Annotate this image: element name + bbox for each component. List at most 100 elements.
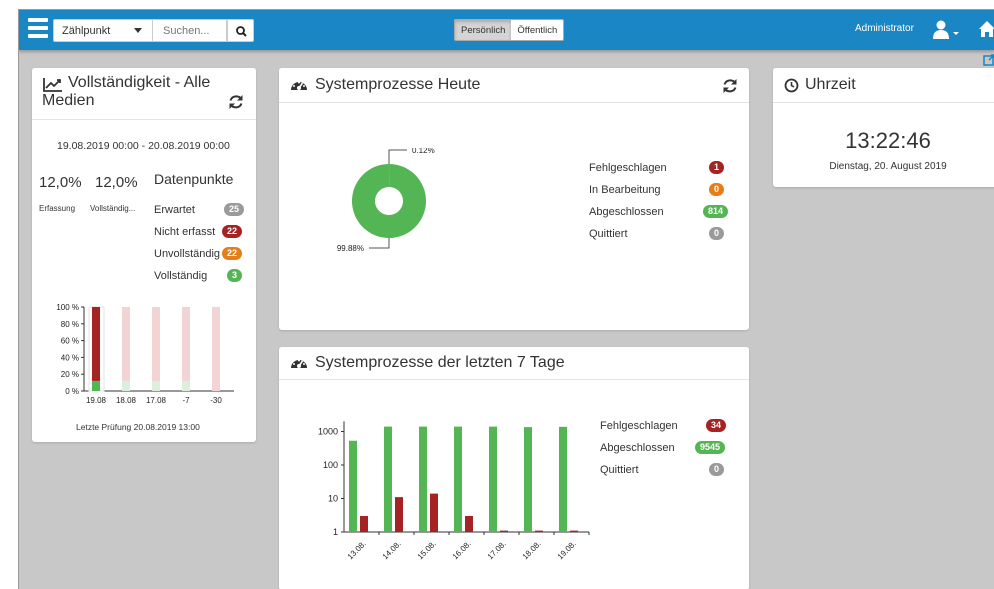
y-tick-label: 20 % (61, 370, 79, 379)
external-link-icon[interactable] (983, 54, 994, 66)
legend-label: Nicht erfasst (154, 226, 216, 238)
bar (535, 530, 543, 532)
vollstaendig-label: Vollständig... (90, 204, 136, 213)
bar (500, 530, 508, 532)
panel-header: Systemprozesse der letzten 7 Tage (279, 347, 749, 380)
toggle-persoenlich[interactable]: Persönlich (455, 20, 512, 40)
panel-title: Systemprozesse Heute (315, 76, 481, 93)
top-navbar: Zählpunkt Persönlich Öffentlich Administ… (19, 10, 994, 50)
x-tick-label: 15.08. (416, 539, 438, 561)
panel-header: Vollständigkeit - Alle Medien (32, 68, 256, 120)
label-leader (369, 238, 390, 249)
panel-header: Systemprozesse Heute (279, 68, 749, 103)
line-chart-icon (43, 78, 62, 92)
home-icon[interactable] (977, 19, 994, 39)
bar-segment (122, 307, 130, 381)
zaehlpunkt-select[interactable]: Zählpunkt (53, 19, 153, 42)
dashboard-icon (291, 359, 307, 368)
vollstaendig-value: 12,0% (95, 174, 138, 191)
x-tick-label: 19.08. (556, 539, 578, 561)
systemprozesse-7-tage-panel: Systemprozesse der letzten 7 Tage 1000 10… (279, 347, 749, 589)
y-tick-label: 80 % (61, 320, 79, 329)
legend-label: Quittiert (600, 464, 639, 476)
slice-label: 0.12% (412, 148, 435, 155)
bar (489, 426, 497, 532)
bar-segment (122, 380, 130, 391)
clock-time: 13:22:46 (845, 128, 931, 153)
search-button[interactable] (227, 19, 254, 42)
clock-date: Dienstag, 20. August 2019 (829, 161, 947, 172)
bar-segment (152, 307, 160, 381)
count-badge: 25 (224, 203, 245, 216)
search-input[interactable] (153, 19, 227, 42)
panel-title-cont: Medien (42, 92, 95, 109)
y-tick-label: 0 % (65, 387, 79, 396)
status-donut-chart: 0.12% 99.88% (337, 148, 435, 253)
bar (524, 427, 532, 532)
bar (419, 426, 427, 532)
user-icon[interactable] (932, 20, 966, 40)
bar (465, 516, 473, 532)
count-badge: 22 (222, 247, 243, 260)
legend-label: Quittiert (589, 228, 628, 240)
panel-title: Vollständigkeit - Alle (68, 74, 211, 91)
legend-label: Fehlgeschlagen (600, 420, 678, 432)
legend-label: Abgeschlossen (600, 442, 675, 454)
refresh-icon[interactable] (227, 93, 245, 111)
user-name[interactable]: Administrator (855, 23, 914, 34)
erfassung-label: Erfassung (39, 204, 76, 213)
legend-label: Unvollständig (154, 248, 221, 260)
weekly-process-bar-chart: 1000 100 10 1 13.08. 14.08. 15.08. 16.08. 17.08.… (318, 421, 590, 561)
count-badge: 9545 (695, 441, 726, 454)
app-frame: Zählpunkt Persönlich Öffentlich Administ… (18, 9, 994, 589)
bar (395, 497, 403, 532)
bar (360, 516, 368, 532)
refresh-icon[interactable] (721, 77, 739, 95)
count-badge: 22 (222, 225, 243, 238)
hamburger-icon[interactable] (28, 18, 48, 40)
x-tick-label: 14.08. (381, 539, 403, 561)
count-badge: 34 (706, 419, 727, 432)
count-badge: 0 (709, 183, 725, 196)
y-tick-label: 40 % (61, 353, 79, 362)
y-tick-label: 1000 (318, 427, 338, 437)
panel-title: Systemprozesse der letzten 7 Tage (315, 354, 565, 371)
visibility-toggle: Persönlich Öffentlich (454, 19, 565, 41)
date-range: 19.08.2019 00:00 - 20.08.2019 00:00 (57, 140, 230, 152)
bar-segment (182, 380, 190, 391)
datenpunkte-heading: Datenpunkte (154, 171, 234, 187)
systemprozesse-heute-panel: Systemprozesse Heute 0.12% 99.88% Fehlges… (279, 68, 749, 330)
count-badge: 814 (703, 205, 729, 218)
caret-down-icon (134, 28, 142, 33)
erfassung-value: 12,0% (39, 174, 82, 191)
bar-segment (92, 380, 100, 391)
bar (570, 530, 578, 532)
count-badge: 1 (709, 161, 725, 174)
bar (559, 426, 567, 532)
y-tick-label: 60 % (61, 337, 79, 346)
y-tick-label: 100 % (56, 303, 79, 312)
legend-label: Fehlgeschlagen (589, 162, 667, 174)
bar (349, 440, 357, 532)
panel-header: Uhrzeit (773, 68, 994, 103)
vollstaendigkeit-panel: Vollständigkeit - Alle Medien 19.08.2019… (32, 68, 256, 442)
legend-label: In Bearbeitung (589, 184, 661, 196)
toggle-oeffentlich[interactable]: Öffentlich (511, 20, 563, 40)
bar (430, 493, 438, 532)
last-check-label: Letzte Prüfung 20.08.2019 13:00 (76, 422, 200, 432)
select-value: Zählpunkt (62, 25, 111, 37)
panel-title: Uhrzeit (805, 76, 856, 93)
bar (454, 426, 462, 532)
bar-segment (152, 380, 160, 391)
x-tick-label: -7 (182, 396, 190, 405)
bar-segment (212, 307, 220, 391)
legend-label: Vollständig (154, 270, 208, 282)
completeness-bar-chart: 100 % 80 % 60 % 40 % 20 % 0 % 19.08 18.08 17.08 -… (56, 303, 234, 405)
dashboard-icon (291, 81, 307, 90)
x-tick-label: 19.08 (86, 396, 107, 405)
y-tick-label: 100 (323, 460, 338, 470)
count-badge: 0 (709, 463, 725, 476)
count-badge: 0 (709, 227, 725, 240)
x-tick-label: -30 (210, 396, 222, 405)
x-tick-label: 13.08. (346, 539, 368, 561)
